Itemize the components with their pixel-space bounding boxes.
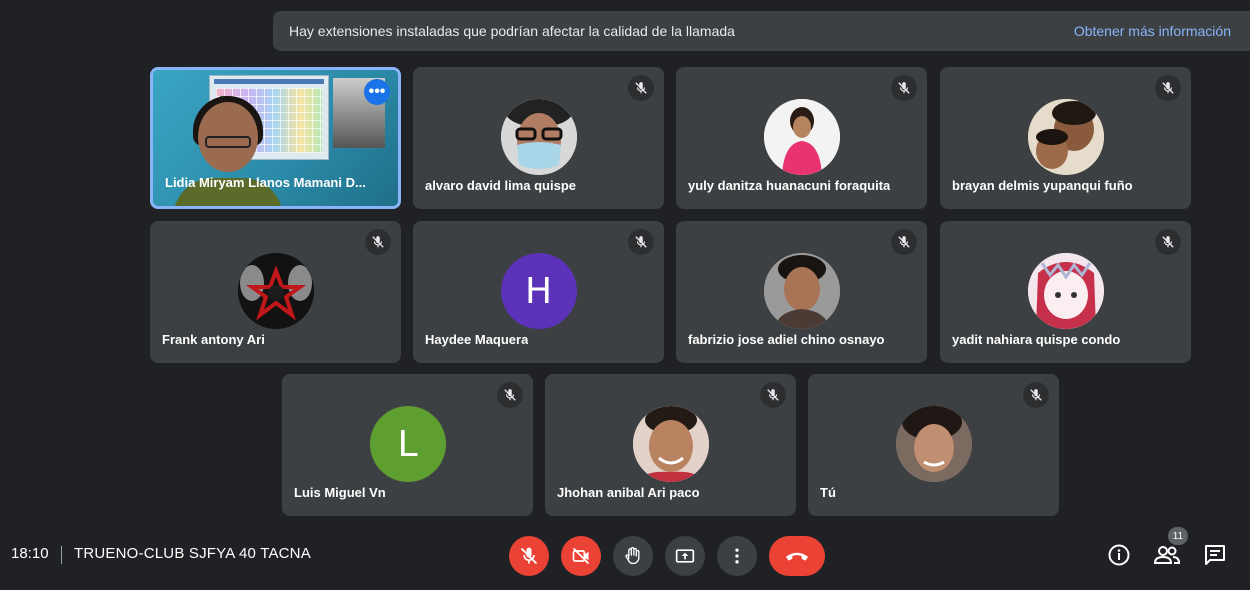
participant-photo: [1027, 253, 1104, 329]
participant-photo: [1027, 99, 1104, 175]
mic-off-icon: [891, 229, 917, 255]
participant-name: yuly danitza huanacuni foraquita: [688, 178, 891, 193]
meeting-name: TRUENO-CLUB SJFYA 40 TACNA: [74, 545, 311, 562]
participant-tile[interactable]: H Haydee Maquera: [413, 221, 664, 363]
mic-off-icon: [520, 547, 538, 565]
participant-tile[interactable]: Tú: [808, 374, 1059, 516]
divider: [61, 546, 62, 564]
participant-letter-avatar: H: [500, 253, 577, 329]
mic-off-icon: [628, 75, 654, 101]
learn-more-link[interactable]: Obtener más información: [1074, 23, 1231, 39]
participant-photo: [763, 99, 840, 175]
participant-name: Lidia Miryam Llanos Mamani D...: [165, 175, 366, 190]
participant-tile[interactable]: alvaro david lima quispe: [413, 67, 664, 209]
camera-toggle-button[interactable]: [561, 536, 601, 576]
avatar-letter: H: [524, 270, 553, 312]
bottom-toolbar: 18:10 TRUENO-CLUB SJFYA 40 TACNA 11: [0, 527, 1250, 580]
raise-hand-button[interactable]: [613, 536, 653, 576]
participant-photo: [237, 253, 314, 329]
mic-off-icon: [1155, 229, 1181, 255]
participant-letter-avatar: L: [369, 406, 446, 482]
banner-message: Hay extensiones instaladas que podrían a…: [289, 23, 735, 39]
participant-name: alvaro david lima quispe: [425, 178, 576, 193]
chat-icon: [1205, 545, 1225, 565]
mic-off-icon: [760, 382, 786, 408]
participant-name: Frank antony Ari: [162, 332, 265, 347]
mic-off-icon: [891, 75, 917, 101]
participant-name: Tú: [820, 485, 836, 500]
present-screen-button[interactable]: [665, 536, 705, 576]
camera-off-icon: [572, 547, 590, 565]
mic-off-icon: [365, 229, 391, 255]
participant-name: Jhohan anibal Ari paco: [557, 485, 700, 500]
people-button[interactable]: [1154, 542, 1180, 568]
more-options-icon: [735, 548, 739, 564]
participant-name: Haydee Maquera: [425, 332, 529, 347]
participant-tile[interactable]: Jhohan anibal Ari paco: [545, 374, 796, 516]
avatar-letter: L: [397, 423, 418, 465]
participant-photo: [632, 406, 709, 482]
extensions-warning-banner: Hay extensiones instaladas que podrían a…: [273, 11, 1250, 51]
more-options-button[interactable]: •••: [364, 79, 390, 105]
mic-off-icon: [497, 382, 523, 408]
participant-name: brayan delmis yupanqui fuño: [952, 178, 1133, 193]
participant-photo: [763, 253, 840, 329]
participant-name: Luis Miguel Vn: [294, 485, 386, 500]
participant-name: fabrizio jose adiel chino osnayo: [688, 332, 885, 347]
participant-count-badge: 11: [1168, 527, 1188, 545]
info-icon: [1108, 544, 1130, 566]
participant-photo: [895, 406, 972, 482]
participant-tile[interactable]: ••• Lidia Miryam Llanos Mamani D...: [150, 67, 401, 209]
participant-tile[interactable]: brayan delmis yupanqui fuño: [940, 67, 1191, 209]
participant-photo: [500, 99, 577, 175]
mic-off-icon: [1023, 382, 1049, 408]
mic-off-icon: [1155, 75, 1181, 101]
mic-off-icon: [628, 229, 654, 255]
end-call-icon: [785, 552, 809, 561]
participant-tile[interactable]: fabrizio jose adiel chino osnayo: [676, 221, 927, 363]
meeting-time: 18:10: [11, 545, 49, 562]
microphone-toggle-button[interactable]: [509, 536, 549, 576]
raise-hand-icon: [625, 547, 640, 565]
participant-tile[interactable]: yuly danitza huanacuni foraquita: [676, 67, 927, 209]
participant-name: yadit nahiara quispe condo: [952, 332, 1121, 347]
participant-tile[interactable]: Frank antony Ari: [150, 221, 401, 363]
meeting-details-button[interactable]: [1106, 542, 1132, 568]
present-screen-icon: [675, 549, 695, 563]
chat-button[interactable]: [1202, 542, 1228, 568]
participant-tile[interactable]: yadit nahiara quispe condo: [940, 221, 1191, 363]
people-icon: [1154, 546, 1180, 564]
more-options-button[interactable]: [717, 536, 757, 576]
participant-tile[interactable]: L Luis Miguel Vn: [282, 374, 533, 516]
end-call-button[interactable]: [769, 536, 825, 576]
